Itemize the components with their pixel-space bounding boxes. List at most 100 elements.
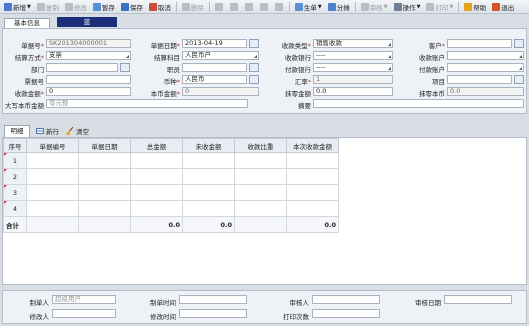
cell-current[interactable] [286, 152, 339, 169]
receipt-type-label: 收款类型* [281, 42, 311, 50]
filter-button[interactable] [213, 1, 226, 13]
payer-account-label: 付款账户 [419, 66, 445, 74]
col-total[interactable]: 总金额 [130, 138, 183, 153]
memo-label: 摘要 [298, 102, 311, 110]
cell-ratio[interactable] [234, 168, 287, 185]
cell-current[interactable] [286, 168, 339, 185]
cell-bill-no[interactable] [26, 184, 79, 201]
col-bill-date[interactable]: 单据日期 [78, 138, 131, 153]
cell-unpaid[interactable] [182, 152, 235, 169]
col-current[interactable]: 本次收款金额 [286, 138, 339, 153]
cell-bill-no[interactable] [26, 200, 79, 217]
cell-ratio[interactable] [234, 200, 287, 217]
col-bill-no[interactable]: 单据编号 [26, 138, 79, 153]
settle-select[interactable]: 支票 [46, 51, 131, 60]
rounding-label: 抹零金额 [285, 90, 311, 98]
cell-bill-no[interactable] [26, 152, 79, 169]
project-search-icon[interactable] [514, 75, 524, 84]
project-label: 项目 [432, 78, 445, 86]
col-ratio[interactable]: 收款比重 [234, 138, 287, 153]
table-row[interactable]: 4 [3, 200, 339, 217]
cell-unpaid[interactable] [182, 200, 235, 217]
project-field[interactable] [447, 75, 512, 84]
settle-account-select[interactable]: 人民币户 [182, 51, 259, 60]
rounding-local-label: 抹零本币 [419, 90, 445, 98]
delete-icon [181, 2, 190, 11]
bill-date-label: 单据日期* [150, 42, 180, 50]
audit-date-field [444, 295, 512, 304]
allocate-button[interactable]: 分摊 [326, 1, 352, 13]
cell-bill-date[interactable] [78, 200, 131, 217]
cell-ratio[interactable] [234, 184, 287, 201]
dept-search-icon[interactable] [120, 63, 130, 72]
cell-total[interactable] [130, 200, 183, 217]
maker-label: 制单人 [29, 299, 50, 307]
delete-button[interactable]: 删除 [180, 1, 206, 13]
cell-bill-no[interactable] [26, 168, 79, 185]
print-button[interactable]: 打印 ▼ [424, 1, 455, 13]
help-button[interactable]: 帮助 [462, 1, 488, 13]
draft-button[interactable]: 暂存 [91, 1, 117, 13]
cell-total[interactable] [130, 168, 183, 185]
currency-field[interactable]: 人民币 [182, 75, 247, 84]
calendar-icon[interactable] [249, 39, 259, 48]
print-count-label: 打印次数 [283, 313, 309, 321]
next-button[interactable] [258, 1, 271, 13]
copy-button[interactable]: 复制 [35, 1, 61, 13]
tab-detail[interactable]: 明细 [4, 125, 30, 137]
table-row[interactable]: 1 [3, 152, 339, 169]
dept-field[interactable] [46, 63, 118, 72]
cell-unpaid[interactable] [182, 184, 235, 201]
table-row[interactable]: 3 [3, 184, 339, 201]
cell-ratio[interactable] [234, 152, 287, 169]
toolbar: 新增 ▼ 复制 修改 暂存 保存 取消 删除 生单 ▼ 分摊 审核 ▼ 操作 ▼ 打印 ▼ 帮助 退出 [0, 0, 529, 14]
cell-bill-date[interactable] [78, 152, 131, 169]
customer-search-icon[interactable] [514, 39, 524, 48]
payer-bank-select[interactable]: ---- [313, 63, 393, 72]
cancel-button[interactable]: 取消 [147, 1, 173, 13]
payer-account-select[interactable] [447, 63, 524, 72]
bill-header-form: 单据号* SK201304000001 单据日期* 2013-04-19 收款类… [2, 28, 527, 114]
memo-field[interactable] [313, 99, 524, 108]
new-button[interactable]: 新增 ▼ [2, 1, 33, 13]
edit-button[interactable]: 修改 [63, 1, 89, 13]
row-number: 4 [3, 200, 27, 217]
filter-icon [214, 2, 223, 11]
edit-icon [64, 2, 73, 11]
staff-search-icon[interactable] [249, 63, 259, 72]
cell-current[interactable] [286, 184, 339, 201]
audit-button[interactable]: 审核 ▼ [359, 1, 390, 13]
exit-button[interactable]: 退出 [490, 1, 516, 13]
tab-basic-info[interactable]: 基本信息 [4, 18, 50, 28]
ticket-field[interactable] [46, 75, 131, 84]
rounding-field[interactable]: 0.0 [313, 87, 393, 96]
bill-date-field[interactable]: 2013-04-19 [182, 39, 247, 48]
cell-total[interactable] [130, 152, 183, 169]
staff-field[interactable] [182, 63, 247, 72]
cell-total[interactable] [130, 184, 183, 201]
tab-blue[interactable]: 蓝 [57, 17, 117, 27]
cell-current[interactable] [286, 200, 339, 217]
last-button[interactable] [273, 1, 286, 13]
first-button[interactable] [228, 1, 241, 13]
toolbar-label: 复制 [45, 3, 59, 12]
clear-button[interactable]: 清空 [66, 126, 89, 136]
pay-bank-select[interactable]: ---- [313, 51, 393, 60]
table-row[interactable]: 2 [3, 168, 339, 185]
prev-button[interactable] [243, 1, 256, 13]
save-button[interactable]: 保存 [119, 1, 145, 13]
amount-field[interactable]: 0 [46, 87, 131, 96]
add-row-button[interactable]: 新行 [36, 126, 59, 136]
currency-search-icon[interactable] [249, 75, 259, 84]
col-no[interactable]: 序号 [3, 138, 27, 153]
toolbar-label: 删除 [190, 3, 204, 12]
cell-unpaid[interactable] [182, 168, 235, 185]
receipt-type-select[interactable]: 销售收款 [313, 39, 393, 48]
gear-button[interactable]: 操作 ▼ [392, 1, 423, 13]
cell-bill-date[interactable] [78, 168, 131, 185]
recv-account-select[interactable] [447, 51, 524, 60]
cell-bill-date[interactable] [78, 184, 131, 201]
col-unpaid[interactable]: 未收金额 [182, 138, 235, 153]
generate-button[interactable]: 生单 ▼ [293, 1, 324, 13]
customer-field[interactable] [447, 39, 512, 48]
